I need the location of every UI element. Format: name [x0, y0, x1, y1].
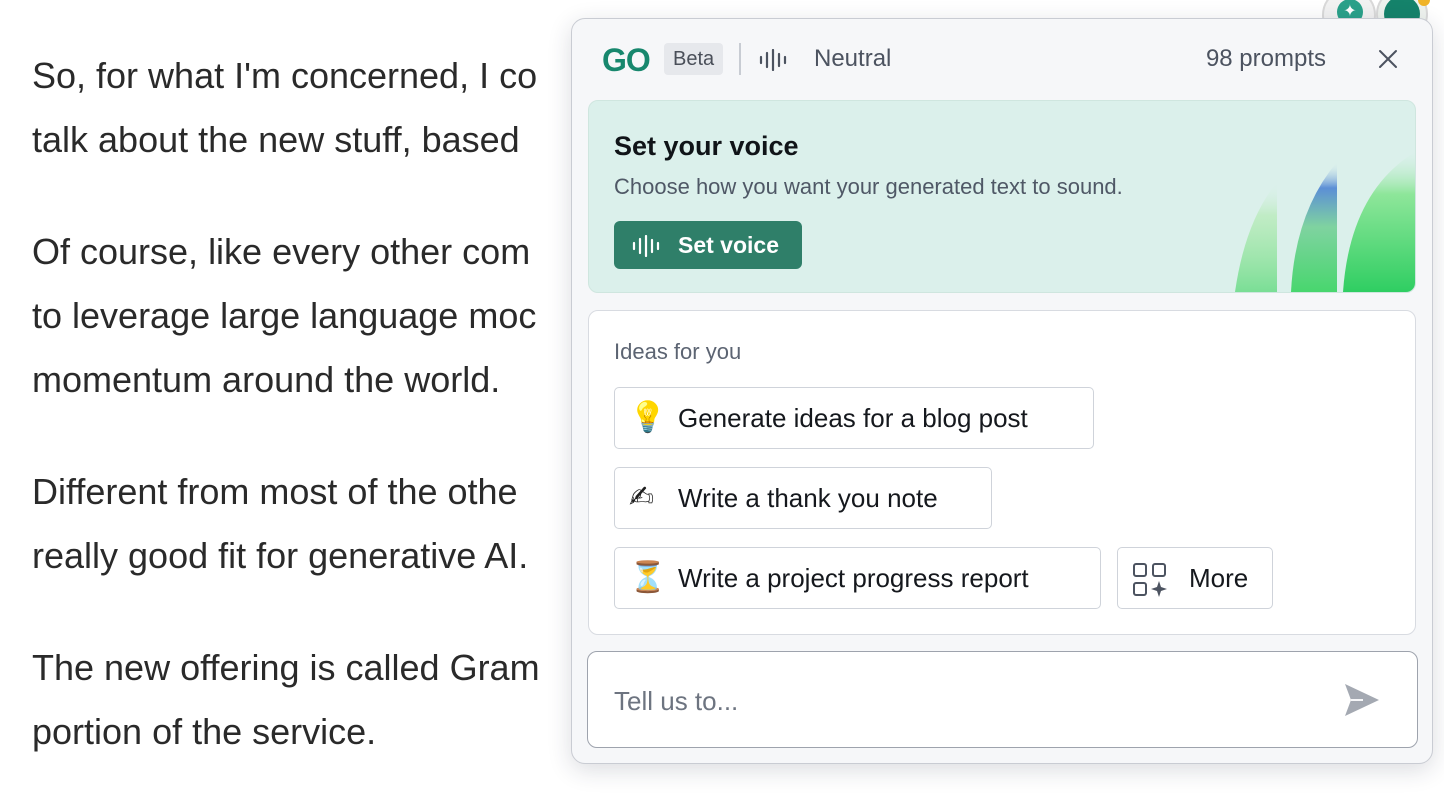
hourglass-icon: ⏳: [629, 560, 667, 595]
voice-wave-icon[interactable]: [759, 49, 789, 71]
idea-chip-thank-you-note[interactable]: ✍ Write a thank you note: [614, 467, 992, 529]
decorative-illustration: [1235, 152, 1415, 292]
idea-chip-progress-report[interactable]: ⏳ Write a project progress report: [614, 547, 1101, 609]
voice-wave-icon: [632, 235, 660, 257]
lightbulb-icon: 💡: [629, 400, 667, 435]
header-divider: [739, 43, 741, 75]
send-icon[interactable]: [1343, 682, 1381, 718]
more-ideas-button[interactable]: More: [1117, 547, 1273, 609]
idea-chip-label: Write a project progress report: [678, 563, 1029, 593]
beta-badge: Beta: [664, 43, 724, 75]
writing-hand-icon: ✍: [629, 480, 655, 515]
idea-chip-blog-ideas[interactable]: 💡 Generate ideas for a blog post: [614, 387, 1094, 449]
grammarly-go-panel: GO Beta Neutral 98 prompts Set your voic…: [571, 18, 1433, 764]
ideas-title: Ideas for you: [614, 339, 742, 364]
set-voice-button[interactable]: Set voice: [614, 221, 802, 269]
ideas-card: Ideas for you 💡 Generate ideas for a blo…: [588, 310, 1416, 635]
grid-sparkle-icon: [1133, 563, 1167, 597]
prompts-remaining: 98 prompts: [1205, 45, 1326, 72]
set-voice-label: Set voice: [678, 232, 779, 258]
voice-selector[interactable]: Neutral: [814, 44, 891, 74]
go-logo: GO: [602, 42, 651, 78]
voice-card-subtitle: Choose how you want your generated text …: [614, 174, 1123, 199]
voice-card-title: Set your voice: [614, 131, 799, 161]
idea-chip-label: Write a thank you note: [678, 483, 938, 513]
prompt-input-box: [587, 651, 1418, 748]
more-label: More: [1189, 563, 1249, 593]
set-voice-card: Set your voice Choose how you want your …: [588, 100, 1416, 293]
notification-dot: [1418, 0, 1430, 6]
panel-header: GO Beta Neutral 98 prompts: [572, 19, 1432, 99]
prompt-input[interactable]: [612, 680, 1316, 722]
close-icon[interactable]: [1378, 49, 1398, 69]
idea-chip-label: Generate ideas for a blog post: [678, 403, 1028, 433]
